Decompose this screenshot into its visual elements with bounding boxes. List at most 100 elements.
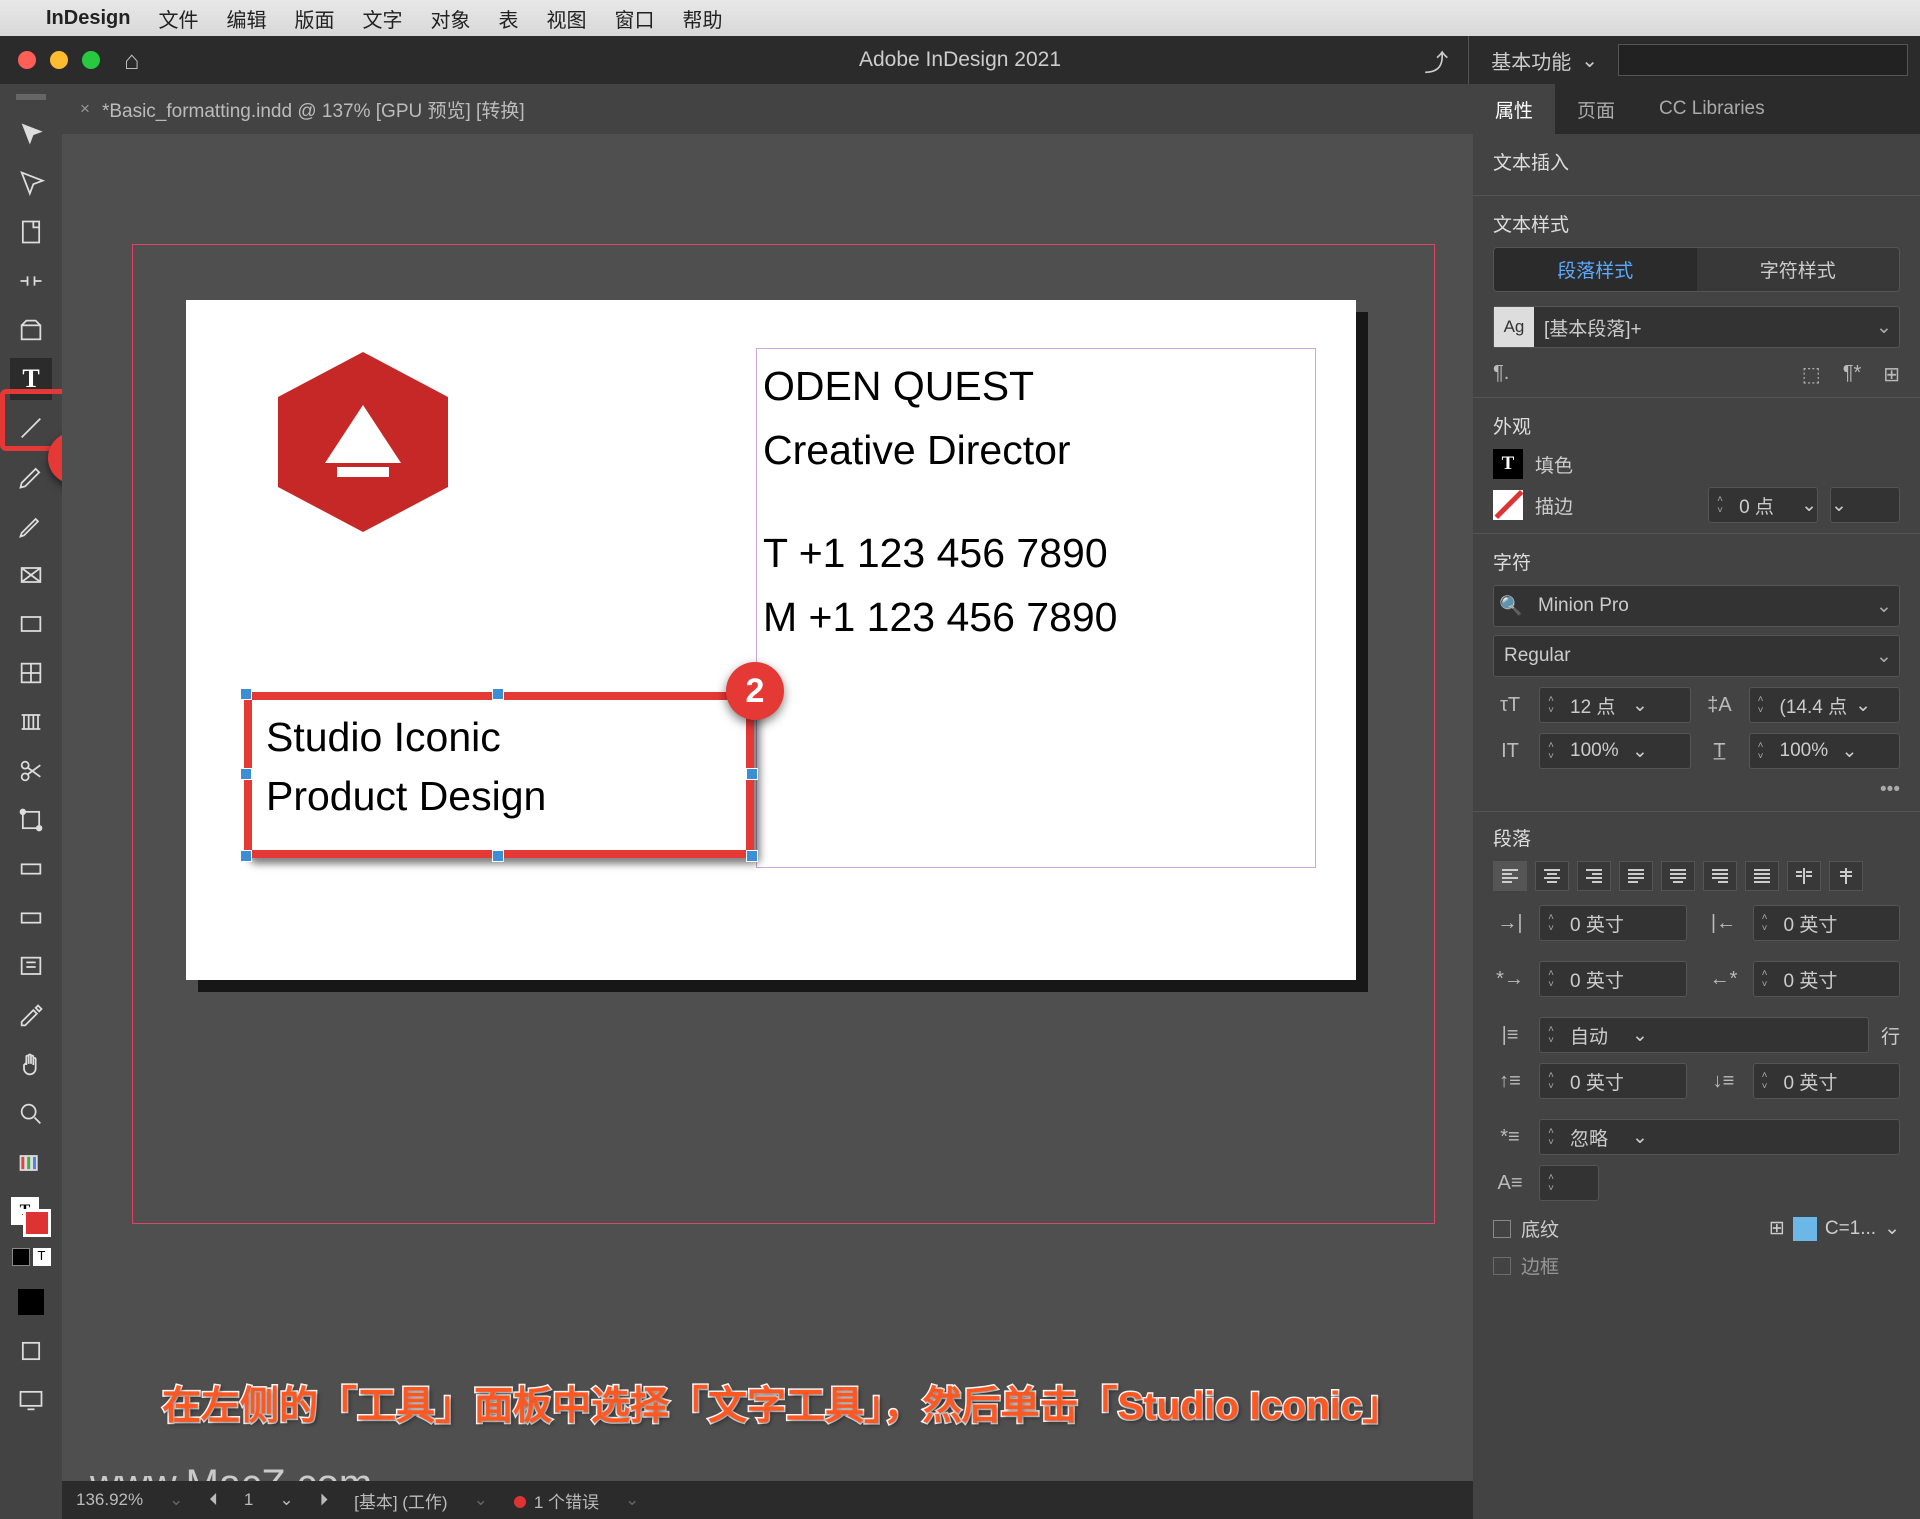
pilcrow-icon[interactable]: ¶.: [1493, 362, 1509, 387]
stroke-style-combo[interactable]: ⌄: [1830, 487, 1900, 523]
color-mode-row[interactable]: T: [12, 1248, 51, 1266]
vscale-input[interactable]: ˄˅100%⌄: [1539, 733, 1691, 769]
new-style-icon[interactable]: ⬚: [1802, 362, 1821, 387]
tab-pages[interactable]: 页面: [1555, 84, 1637, 134]
selection-handle[interactable]: [240, 688, 252, 700]
menu-view[interactable]: 视图: [546, 4, 586, 33]
align-left-button[interactable]: [1493, 861, 1527, 891]
leading-input[interactable]: ˄˅(14.4 点⌄: [1749, 687, 1901, 723]
fill-stroke-proxy[interactable]: T: [11, 1197, 51, 1237]
style-options-icon[interactable]: ⊞: [1883, 362, 1900, 387]
paragraph-style-tab[interactable]: 段落样式: [1494, 248, 1697, 291]
measure-tool[interactable]: [10, 701, 52, 743]
apply-color[interactable]: [10, 1281, 52, 1323]
clear-override-icon[interactable]: ¶*: [1843, 362, 1862, 387]
border-checkbox[interactable]: 边框: [1493, 1252, 1559, 1279]
artboard[interactable]: ODEN QUEST Creative Director T +1 123 45…: [186, 300, 1356, 980]
font-family-combo[interactable]: 🔍 Minion Pro ⌄: [1493, 585, 1900, 627]
search-input[interactable]: [1618, 44, 1908, 76]
text-frame-right[interactable]: ODEN QUEST Creative Director T +1 123 45…: [756, 348, 1316, 868]
align-center-button[interactable]: [1535, 861, 1569, 891]
menu-table[interactable]: 表: [498, 4, 518, 33]
pen-tool[interactable]: [10, 456, 52, 498]
menu-type[interactable]: 文字: [362, 4, 402, 33]
content-collector-tool[interactable]: [10, 309, 52, 351]
minimize-button[interactable]: [50, 51, 68, 69]
gradient-feather-tool[interactable]: [10, 897, 52, 939]
justify-right-button[interactable]: [1703, 861, 1737, 891]
menu-edit[interactable]: 编辑: [226, 4, 266, 33]
close-button[interactable]: [18, 51, 36, 69]
pencil-tool[interactable]: [10, 505, 52, 547]
zoom-button[interactable]: [82, 51, 100, 69]
workspace-switcher[interactable]: 基本功能⌄: [1468, 36, 1598, 84]
doc-intent[interactable]: [基本] (工作): [354, 1488, 448, 1513]
align-right-button[interactable]: [1577, 861, 1611, 891]
selection-tool[interactable]: [10, 113, 52, 155]
grid-align-input[interactable]: ˄˅: [1539, 1165, 1599, 1201]
gradient-swatch-tool[interactable]: [10, 848, 52, 890]
last-indent-input[interactable]: ˄˅0 英寸: [1753, 961, 1901, 997]
app-name[interactable]: InDesign: [46, 7, 130, 30]
stroke-proxy-icon[interactable]: [1493, 490, 1523, 520]
eyedropper-tool[interactable]: [10, 995, 52, 1037]
page-tool[interactable]: [10, 211, 52, 253]
selection-handle[interactable]: [746, 768, 758, 780]
character-style-tab[interactable]: 字符样式: [1697, 248, 1900, 291]
align-toward-spine-button[interactable]: [1829, 861, 1863, 891]
grid-tool[interactable]: [10, 652, 52, 694]
panel-grip[interactable]: [16, 94, 46, 100]
indent-left-input[interactable]: ˄˅0 英寸: [1539, 905, 1687, 941]
fill-proxy-icon[interactable]: T: [1493, 449, 1523, 479]
justify-left-button[interactable]: [1619, 861, 1653, 891]
share-icon[interactable]: ⤴: [1424, 43, 1448, 78]
selection-handle[interactable]: [492, 850, 504, 862]
stroke-weight-input[interactable]: ˄˅0 点⌄: [1708, 487, 1818, 523]
note-tool[interactable]: [10, 946, 52, 988]
selection-handle[interactable]: [746, 850, 758, 862]
document-tab[interactable]: *Basic_formatting.indd @ 137% [GPU 预览] […: [102, 96, 525, 123]
direct-selection-tool[interactable]: [10, 162, 52, 204]
rectangle-tool[interactable]: [10, 603, 52, 645]
font-weight-combo[interactable]: Regular ⌄: [1493, 635, 1900, 677]
menu-window[interactable]: 窗口: [614, 4, 654, 33]
line-space-combo[interactable]: ˄˅自动⌄: [1539, 1017, 1869, 1053]
dropcap-combo[interactable]: ˄˅忽略⌄: [1539, 1119, 1900, 1155]
justify-center-button[interactable]: [1661, 861, 1695, 891]
menu-file[interactable]: 文件: [158, 4, 198, 33]
menu-help[interactable]: 帮助: [682, 4, 722, 33]
menu-object[interactable]: 对象: [430, 4, 470, 33]
hand-tool[interactable]: [10, 1044, 52, 1086]
selection-handle[interactable]: [240, 768, 252, 780]
menu-layout[interactable]: 版面: [294, 4, 334, 33]
tab-close-icon[interactable]: ×: [80, 99, 90, 119]
view-mode[interactable]: [10, 1330, 52, 1372]
space-before-input[interactable]: ˄˅0 英寸: [1539, 1063, 1687, 1099]
color-theme-tool[interactable]: [10, 1142, 52, 1184]
align-away-spine-button[interactable]: [1787, 861, 1821, 891]
scissors-tool[interactable]: [10, 750, 52, 792]
shading-checkbox[interactable]: 底纹: [1493, 1215, 1559, 1242]
page-number[interactable]: 1: [244, 1490, 253, 1510]
justify-all-button[interactable]: [1745, 861, 1779, 891]
shading-color-combo[interactable]: ⊞C=1...⌄: [1769, 1217, 1900, 1241]
paragraph-style-combo[interactable]: Ag [基本段落]+ ⌄: [1493, 306, 1900, 348]
free-transform-tool[interactable]: [10, 799, 52, 841]
selection-handle[interactable]: [492, 688, 504, 700]
space-after-input[interactable]: ˄˅0 英寸: [1753, 1063, 1901, 1099]
more-options-icon[interactable]: •••: [1493, 779, 1900, 801]
tab-cc-libraries[interactable]: CC Libraries: [1637, 84, 1787, 134]
tab-properties[interactable]: 属性: [1473, 84, 1555, 134]
zoom-tool[interactable]: [10, 1093, 52, 1135]
rectangle-frame-tool[interactable]: [10, 554, 52, 596]
first-indent-input[interactable]: ˄˅0 英寸: [1539, 961, 1687, 997]
zoom-level[interactable]: 136.92%: [76, 1490, 143, 1510]
gap-tool[interactable]: [10, 260, 52, 302]
screen-mode[interactable]: [10, 1379, 52, 1421]
hscale-input[interactable]: ˄˅100%⌄: [1749, 733, 1901, 769]
preflight-status[interactable]: 1 个错误: [514, 1488, 599, 1513]
logo-hexagon[interactable]: [278, 352, 448, 532]
font-size-input[interactable]: ˄˅12 点⌄: [1539, 687, 1691, 723]
home-icon[interactable]: ⌂: [124, 45, 140, 76]
selection-handle[interactable]: [240, 850, 252, 862]
